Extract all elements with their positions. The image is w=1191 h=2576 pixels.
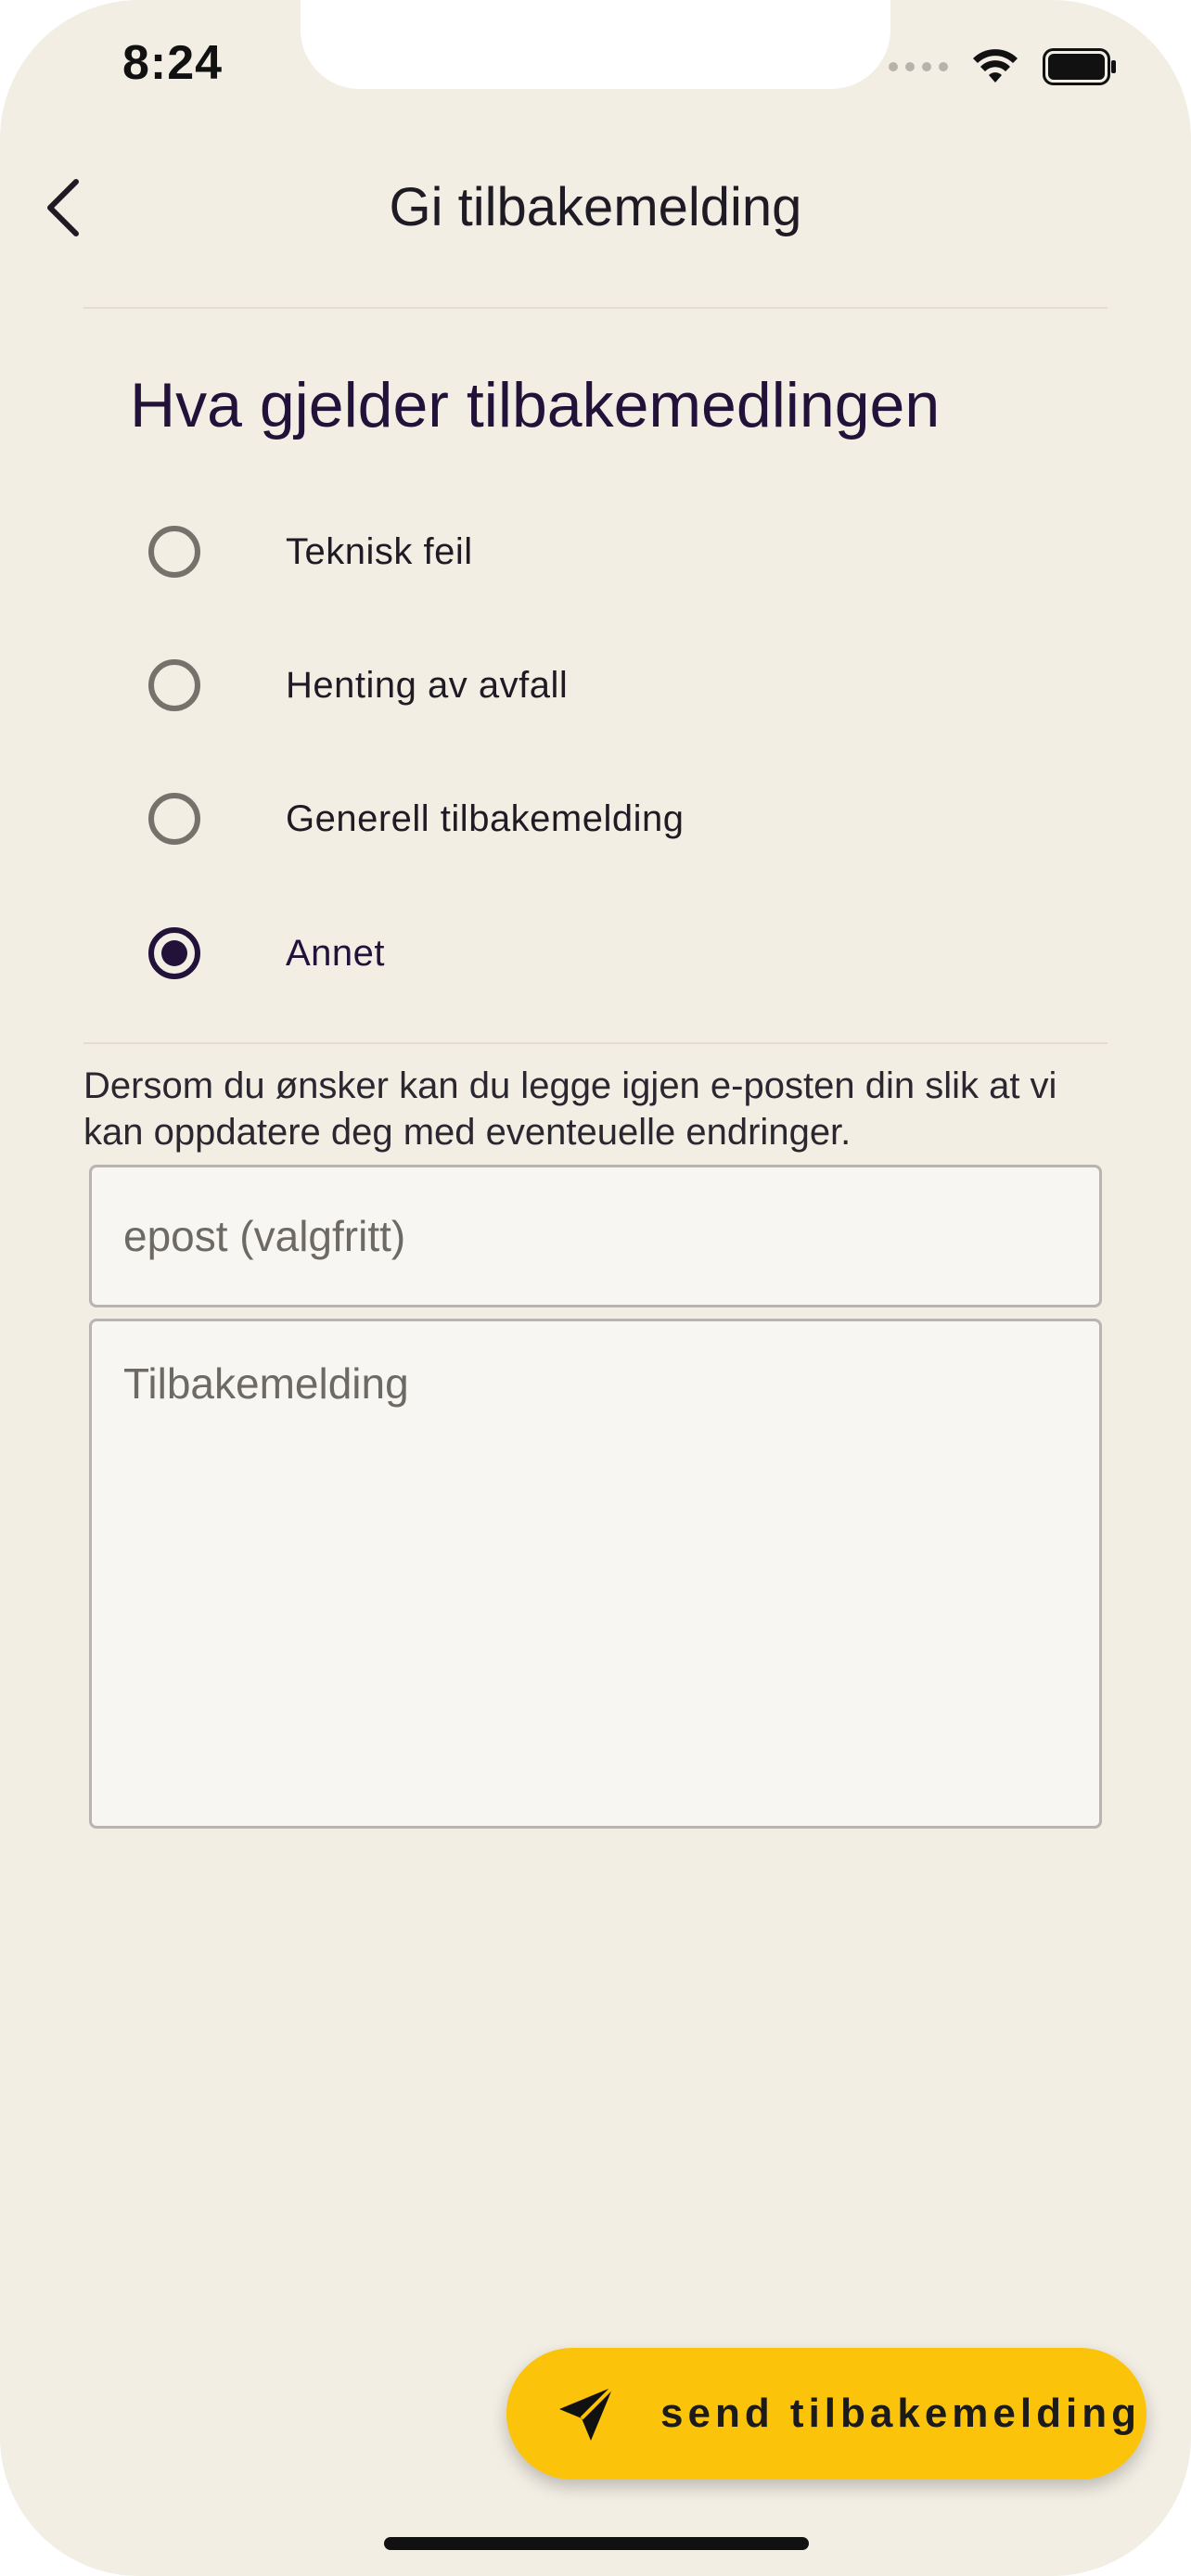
header-divider	[83, 307, 1108, 309]
section-title: Hva gjelder tilbakemedlingen	[130, 370, 941, 440]
send-feedback-button[interactable]: send tilbakemelding	[506, 2348, 1146, 2480]
home-indicator	[384, 2537, 809, 2550]
radio-label: Generell tilbakemelding	[286, 797, 685, 839]
radio-option-generell-tilbakemelding[interactable]: Generell tilbakemelding	[148, 772, 983, 865]
radio-button[interactable]	[148, 659, 200, 711]
radio-button[interactable]	[148, 793, 200, 845]
status-time: 8:24	[122, 36, 224, 90]
send-button-label: send tilbakemelding	[660, 2391, 1141, 2436]
cellular-signal-icon	[889, 62, 948, 71]
options-divider	[83, 1042, 1108, 1044]
radio-button-selected[interactable]	[148, 927, 200, 979]
radio-button[interactable]	[148, 526, 200, 578]
radio-label: Henting av avfall	[286, 664, 569, 706]
radio-label: Teknisk feil	[286, 530, 473, 572]
radio-selected-dot	[161, 940, 187, 966]
radio-option-henting-av-avfall[interactable]: Henting av avfall	[148, 639, 983, 732]
device-notch	[301, 0, 890, 89]
status-icons	[889, 48, 1117, 85]
radio-option-annet[interactable]: Annet	[148, 907, 983, 1000]
screen: 8:24 Gi tilbakemelding Hva gjelder tilba…	[0, 0, 1191, 2576]
wifi-icon	[973, 49, 1018, 83]
radio-label: Annet	[286, 932, 386, 974]
page-title: Gi tilbakemelding	[389, 177, 802, 237]
send-icon	[551, 2378, 621, 2449]
email-helper-text: Dersom du ønsker kan du legge igjen e-po…	[83, 1065, 1057, 1153]
radio-option-teknisk-feil[interactable]: Teknisk feil	[148, 505, 983, 598]
battery-icon	[1043, 48, 1116, 85]
email-field[interactable]	[89, 1165, 1102, 1307]
feedback-textarea[interactable]	[89, 1319, 1102, 1829]
